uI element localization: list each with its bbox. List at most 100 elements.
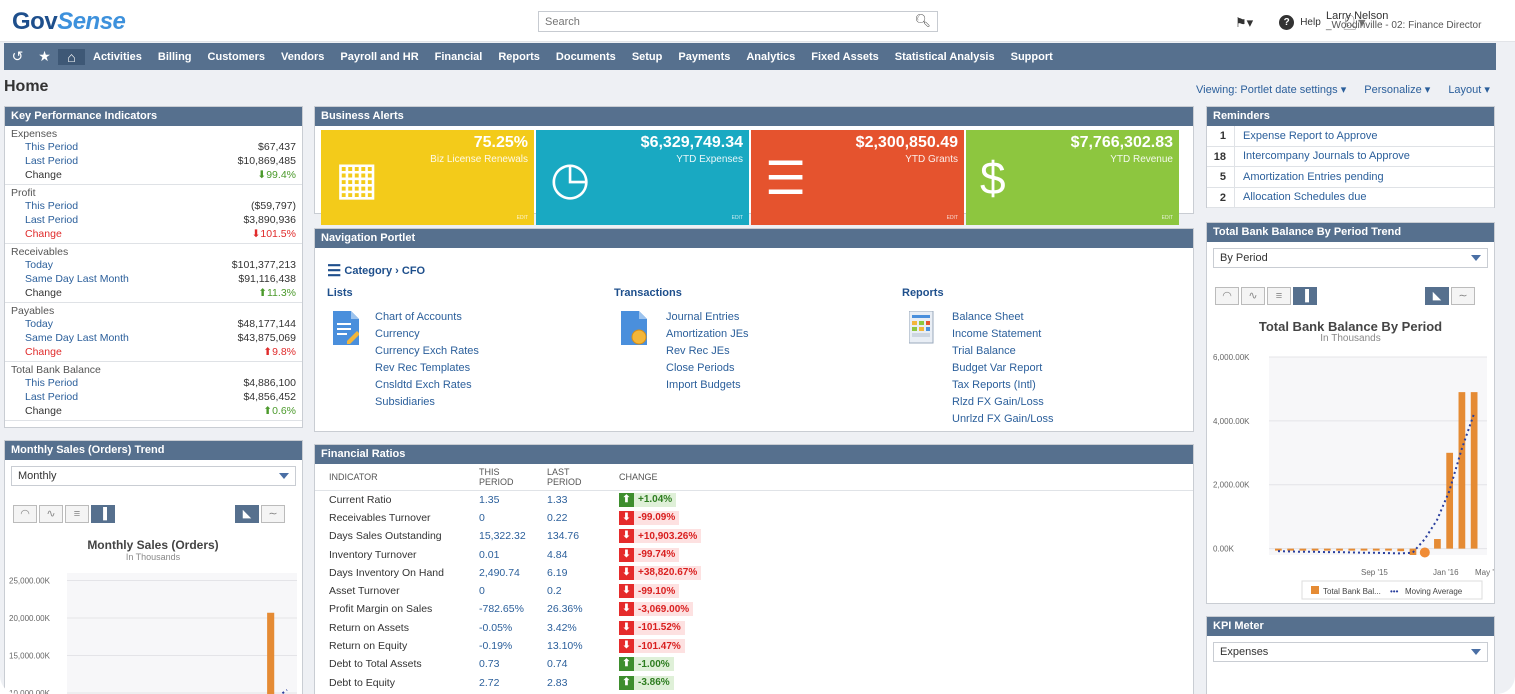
nav-payroll[interactable]: Payroll and HR <box>332 51 426 63</box>
reminder-item[interactable]: 18 Intercompany Journals to Approve <box>1207 146 1494 167</box>
trend-on-icon[interactable]: ◣ <box>1425 287 1449 305</box>
kpi-row[interactable]: Today $101,377,213 <box>5 258 302 272</box>
bar <box>1385 548 1392 551</box>
bar <box>1336 548 1343 551</box>
monthly-select[interactable]: Monthly <box>11 466 296 486</box>
nav-link[interactable]: Trial Balance <box>952 343 1053 360</box>
nav-link[interactable]: Tax Reports (Intl) <box>952 377 1053 394</box>
nav-financial[interactable]: Financial <box>427 51 491 63</box>
recent-icon[interactable]: ↺ <box>4 48 31 65</box>
trend-off-icon[interactable]: ∼ <box>261 505 285 523</box>
nav-link[interactable]: Rev Rec Templates <box>375 360 479 377</box>
area-chart-icon[interactable]: ◠ <box>1215 287 1239 305</box>
nav-billing[interactable]: Billing <box>150 51 200 63</box>
kpi-row[interactable]: Same Day Last Month $43,875,069 <box>5 331 302 345</box>
alert-edit-link[interactable]: EDIT <box>1162 215 1173 221</box>
nav-link[interactable]: Subsidiaries <box>375 394 479 411</box>
trend-on-icon[interactable]: ◣ <box>235 505 259 523</box>
alert-edit-link[interactable]: EDIT <box>947 215 958 221</box>
nav-activities[interactable]: Activities <box>85 51 150 63</box>
nav-vendors[interactable]: Vendors <box>273 51 332 63</box>
kpi-body: Expenses This Period $67,437 Last Period $10… <box>5 126 302 421</box>
alert-tile[interactable]: ▦ 75.25% Biz License Renewals EDIT <box>321 130 534 225</box>
kpi-row[interactable]: This Period ($59,797) <box>5 199 302 213</box>
line-chart-icon[interactable]: ∿ <box>39 505 63 523</box>
recent-records-icon[interactable]: ⚑▾ <box>1235 15 1253 31</box>
monthly-sales-title: Monthly Sales (Orders) Trend <box>5 441 302 460</box>
line-chart-icon[interactable]: ∿ <box>1241 287 1265 305</box>
menu-icon[interactable]: ☰ <box>327 263 341 280</box>
trend-off-icon[interactable]: ∼ <box>1451 287 1475 305</box>
nav-analytics[interactable]: Analytics <box>738 51 803 63</box>
kpi-row[interactable]: This Period $67,437 <box>5 140 302 154</box>
govsense-logo[interactable]: GovSense <box>12 8 126 36</box>
reminder-item[interactable]: 2 Allocation Schedules due <box>1207 187 1494 208</box>
kpi-row-label: This Period <box>25 141 79 153</box>
nav-link[interactable]: Rev Rec JEs <box>666 343 749 360</box>
reminder-item[interactable]: 5 Amortization Entries pending <box>1207 167 1494 188</box>
area-chart-icon[interactable]: ◠ <box>13 505 37 523</box>
ratio-change-cell: ⬇ +38,820.67% <box>605 564 1193 582</box>
viewing-menu[interactable]: Viewing: Portlet date settings ▾ <box>1196 83 1346 96</box>
user-menu[interactable]: Larry Nelson _Woodinville - 02: Finance … <box>1326 11 1481 31</box>
nav-support[interactable]: Support <box>1003 51 1061 63</box>
home-icon[interactable]: ⌂ <box>58 48 85 65</box>
alert-tile[interactable]: ◷ $6,329,749.34 YTD Expenses EDIT <box>536 130 749 225</box>
bar-chart-icon[interactable]: ▐ <box>1293 287 1317 305</box>
help-link[interactable]: Help <box>1300 17 1321 28</box>
col-last-period: LAST PERIOD <box>533 464 605 491</box>
alert-edit-link[interactable]: EDIT <box>732 215 743 221</box>
kpi-row[interactable]: Same Day Last Month $91,116,438 <box>5 272 302 286</box>
period-select[interactable]: By Period <box>1213 248 1488 268</box>
kpi-row[interactable]: Today $48,177,144 <box>5 317 302 331</box>
alert-edit-link[interactable]: EDIT <box>517 215 528 221</box>
bar-chart-icon[interactable]: ▐ <box>91 505 115 523</box>
kpi-row[interactable]: Last Period $3,890,936 <box>5 213 302 227</box>
nav-link[interactable]: Income Statement <box>952 326 1053 343</box>
alert-tile[interactable]: ☰ $2,300,850.49 YTD Grants EDIT <box>751 130 964 225</box>
nav-documents[interactable]: Documents <box>548 51 624 63</box>
help-icon[interactable]: ? <box>1279 15 1295 30</box>
nav-link[interactable]: Currency Exch Rates <box>375 343 479 360</box>
search-input[interactable] <box>539 12 899 31</box>
nav-link[interactable]: Chart of Accounts <box>375 309 479 326</box>
nav-link[interactable]: Budget Var Report <box>952 360 1053 377</box>
kpi-row-label: This Period <box>25 200 79 212</box>
nav-customers[interactable]: Customers <box>200 51 273 63</box>
kpi-row[interactable]: Last Period $10,869,485 <box>5 154 302 168</box>
nav-link[interactable]: Amortization JEs <box>666 326 749 343</box>
ratio-row: Receivables Turnover 0 0.22 ⬇ -99.09% <box>315 509 1193 527</box>
star-icon[interactable]: ★ <box>31 48 58 65</box>
legend-swatch-bar <box>1311 586 1319 594</box>
personalize-menu[interactable]: Personalize ▾ <box>1364 83 1430 96</box>
nav-link[interactable]: Currency <box>375 326 479 343</box>
nav-link[interactable]: Balance Sheet <box>952 309 1053 326</box>
alert-tile[interactable]: $ $7,766,302.83 YTD Revenue EDIT <box>966 130 1179 225</box>
nav-fixed-assets[interactable]: Fixed Assets <box>803 51 886 63</box>
bar <box>1434 539 1441 549</box>
nav-link[interactable]: Journal Entries <box>666 309 749 326</box>
reminder-item[interactable]: 1 Expense Report to Approve <box>1207 126 1494 147</box>
nav-link[interactable]: Close Periods <box>666 360 749 377</box>
search-icon[interactable]: 🔍︎ <box>914 13 931 29</box>
nav-statistical-analysis[interactable]: Statistical Analysis <box>887 51 1003 63</box>
nav-setup[interactable]: Setup <box>624 51 671 63</box>
kpi-meter-select[interactable]: Expenses <box>1213 642 1488 662</box>
hbar-chart-icon[interactable]: ≡ <box>65 505 89 523</box>
nav-reports[interactable]: Reports <box>490 51 548 63</box>
change-value: +10,903.26% <box>638 530 698 542</box>
viewing-label: Viewing: Portlet date settings <box>1196 84 1338 96</box>
layout-menu[interactable]: Layout ▾ <box>1448 83 1490 96</box>
nav-link[interactable]: Cnsldtd Exch Rates <box>375 377 479 394</box>
nav-payments[interactable]: Payments <box>670 51 738 63</box>
kpi-row-value: $43,875,069 <box>237 332 296 344</box>
kpi-row[interactable]: This Period $4,886,100 <box>5 376 302 390</box>
hbar-chart-icon[interactable]: ≡ <box>1267 287 1291 305</box>
nav-link[interactable]: Unrlzd FX Gain/Loss <box>952 411 1053 428</box>
nav-link[interactable]: Import Budgets <box>666 377 749 394</box>
alert-label: Biz License Renewals <box>430 154 528 165</box>
nav-link[interactable]: Rlzd FX Gain/Loss <box>952 394 1053 411</box>
kpi-row[interactable]: Last Period $4,856,452 <box>5 390 302 404</box>
crumb-category[interactable]: Category <box>344 265 392 277</box>
crumb-cfo[interactable]: CFO <box>402 265 425 277</box>
